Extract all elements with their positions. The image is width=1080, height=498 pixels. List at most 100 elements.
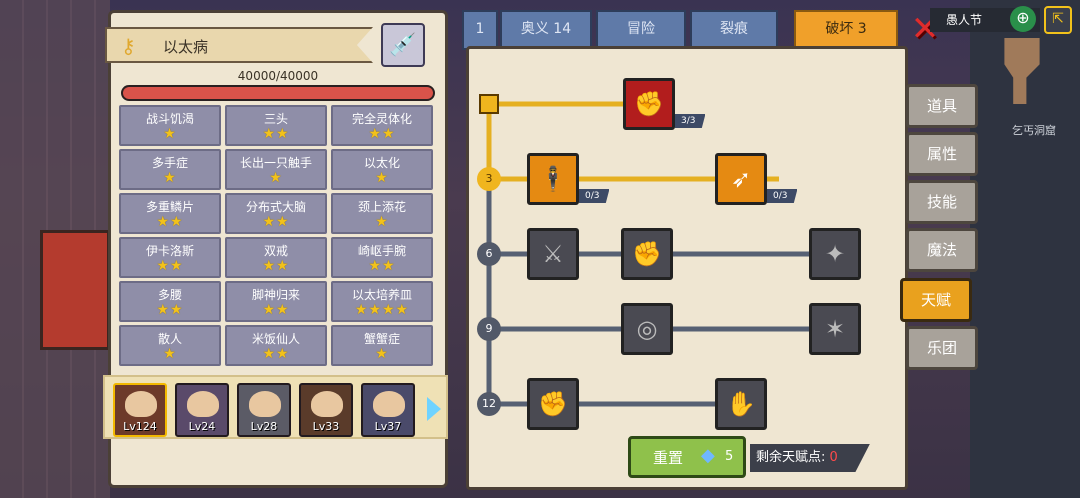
star-rating: ★ xyxy=(375,214,389,230)
tab-0[interactable]: 1 xyxy=(462,10,498,50)
tab-1[interactable]: 奥义 14 xyxy=(500,10,592,50)
hero-portrait[interactable]: Lv33 xyxy=(299,383,353,437)
star-rating: ★★ xyxy=(368,258,396,274)
trait-grid: 战斗饥渴 ★ 三头 ★★ 完全灵体化 ★★ 多手症 ★ 长出一只触手 ★ 以太化 ★ 多重鳞片 ★★ 分布式… xyxy=(119,105,439,366)
globe-icon[interactable]: ⊕ xyxy=(1010,6,1036,32)
talent-node-spear-strike[interactable]: ✦ xyxy=(809,228,861,280)
side-menu-item[interactable]: 道具 xyxy=(906,84,978,128)
disease-panel: ⚷ 以太病 💉 40000/40000 战斗饥渴 ★ 三头 ★★ 完全灵体化 ★★ 多手症 ★… xyxy=(103,10,448,488)
side-menu-item[interactable]: 技能 xyxy=(906,180,978,224)
trait-cell[interactable]: 崎岖手腕 ★★ xyxy=(331,237,433,278)
side-menu-item[interactable]: 魔法 xyxy=(906,228,978,272)
trait-cell[interactable]: 散人 ★ xyxy=(119,325,221,366)
side-menu-item[interactable]: 乐团 xyxy=(906,326,978,370)
reset-button[interactable]: 重置 ◆ 5 xyxy=(628,436,746,478)
star-rating: ★★ xyxy=(156,258,184,274)
points-label: 剩余天赋点: xyxy=(756,450,826,465)
bat-wings-icon: ✶ xyxy=(824,315,846,343)
trait-name: 战斗饥渴 xyxy=(145,112,194,126)
talent-node-count: 3/3 xyxy=(675,114,706,128)
trait-cell[interactable]: 伊卡洛斯 ★★ xyxy=(119,237,221,278)
trait-name: 多手症 xyxy=(151,156,188,170)
trait-cell[interactable]: 分布式大脑 ★★ xyxy=(225,193,327,234)
trait-cell[interactable]: 三头 ★★ xyxy=(225,105,327,146)
trait-name: 蟹蟹症 xyxy=(363,332,400,346)
reset-cost: 5 xyxy=(725,449,734,464)
disease-title-ribbon: ⚷ 以太病 xyxy=(105,27,373,63)
hero-portrait[interactable]: Lv37 xyxy=(361,383,415,437)
background-building xyxy=(40,230,110,350)
trait-cell[interactable]: 战斗饥渴 ★ xyxy=(119,105,221,146)
muscle-icon: 🕴 xyxy=(538,165,568,193)
location-name: 乞丐洞窟 xyxy=(1012,124,1056,137)
trait-name: 颈上添花 xyxy=(357,200,406,214)
hero-level: Lv24 xyxy=(188,420,216,433)
trait-name: 三头 xyxy=(263,112,288,126)
tab-2[interactable]: 冒险 xyxy=(596,10,686,50)
gem-icon: ◆ xyxy=(701,445,715,466)
talent-node-punch[interactable]: ✊ xyxy=(621,228,673,280)
tab-3[interactable]: 裂痕 xyxy=(690,10,778,50)
star-rating: ★ xyxy=(375,346,389,362)
trait-name: 多腰 xyxy=(157,288,182,302)
arrow-burst-icon: ➶ xyxy=(730,165,752,193)
star-rating: ★★★★ xyxy=(354,302,410,318)
syringe-button[interactable]: 💉 xyxy=(381,23,425,67)
slash-card-icon: ⚔ xyxy=(542,240,564,268)
trait-name: 完全灵体化 xyxy=(351,112,412,126)
trait-name: 分布式大脑 xyxy=(245,200,306,214)
hp-bar-fill xyxy=(123,87,433,99)
talent-node-gauntlet[interactable]: ✋ xyxy=(715,378,767,430)
reset-label: 重置 xyxy=(653,449,684,467)
exit-icon[interactable]: ⇱ xyxy=(1044,6,1072,34)
trait-cell[interactable]: 颈上添花 ★ xyxy=(331,193,433,234)
talent-node-bat-wings[interactable]: ✶ xyxy=(809,303,861,355)
trait-cell[interactable]: 多重鳞片 ★★ xyxy=(119,193,221,234)
trait-name: 伊卡洛斯 xyxy=(145,244,194,258)
trait-cell[interactable]: 以太培养皿 ★★★★ xyxy=(331,281,433,322)
punch-icon: ✊ xyxy=(632,240,662,268)
spear-strike-icon: ✦ xyxy=(824,240,846,268)
hero-face xyxy=(311,391,343,417)
hero-portrait[interactable]: Lv124 xyxy=(113,383,167,437)
hero-face xyxy=(249,391,281,417)
trait-cell[interactable]: 完全灵体化 ★★ xyxy=(331,105,433,146)
trait-name: 长出一只触手 xyxy=(239,156,312,170)
disease-title: 以太病 xyxy=(163,38,209,56)
gauntlet-icon: ✋ xyxy=(726,390,756,418)
trait-cell[interactable]: 多腰 ★★ xyxy=(119,281,221,322)
talent-node-arm-wrestle[interactable]: ✊ xyxy=(623,78,675,130)
trait-cell[interactable]: 长出一只触手 ★ xyxy=(225,149,327,190)
trait-name: 多重鳞片 xyxy=(145,200,194,214)
star-rating: ★★ xyxy=(262,214,290,230)
hero-level: Lv124 xyxy=(123,420,157,433)
star-rating: ★★ xyxy=(262,258,290,274)
fist-icon: ✊ xyxy=(538,390,568,418)
trait-cell[interactable]: 多手症 ★ xyxy=(119,149,221,190)
talent-node-arrow-burst[interactable]: ➶ xyxy=(715,153,767,205)
trait-name: 以太化 xyxy=(363,156,400,170)
tier-level-badge: 12 xyxy=(477,392,501,416)
trait-name: 以太培养皿 xyxy=(351,288,412,302)
arm-wrestle-icon: ✊ xyxy=(634,90,664,118)
star-rating: ★ xyxy=(269,170,283,186)
hero-face xyxy=(373,391,405,417)
star-rating: ★ xyxy=(375,170,389,186)
side-menu-item[interactable]: 天赋 xyxy=(900,278,972,322)
trait-cell[interactable]: 蟹蟹症 ★ xyxy=(331,325,433,366)
talent-node-muscle[interactable]: 🕴 xyxy=(527,153,579,205)
hero-portrait[interactable]: Lv24 xyxy=(175,383,229,437)
talent-node-slash-card[interactable]: ⚔ xyxy=(527,228,579,280)
talent-node-count: 0/3 xyxy=(767,189,798,203)
tier-level-badge: 3 xyxy=(477,167,501,191)
side-menu-item[interactable]: 属性 xyxy=(906,132,978,176)
hero-portrait[interactable]: Lv28 xyxy=(237,383,291,437)
talent-node-fist[interactable]: ✊ xyxy=(527,378,579,430)
trait-cell[interactable]: 脚神归来 ★★ xyxy=(225,281,327,322)
next-arrow-icon[interactable] xyxy=(427,397,441,421)
hero-face xyxy=(187,391,219,417)
trait-cell[interactable]: 以太化 ★ xyxy=(331,149,433,190)
trait-cell[interactable]: 米饭仙人 ★★ xyxy=(225,325,327,366)
talent-node-ripple[interactable]: ◎ xyxy=(621,303,673,355)
trait-cell[interactable]: 双戒 ★★ xyxy=(225,237,327,278)
